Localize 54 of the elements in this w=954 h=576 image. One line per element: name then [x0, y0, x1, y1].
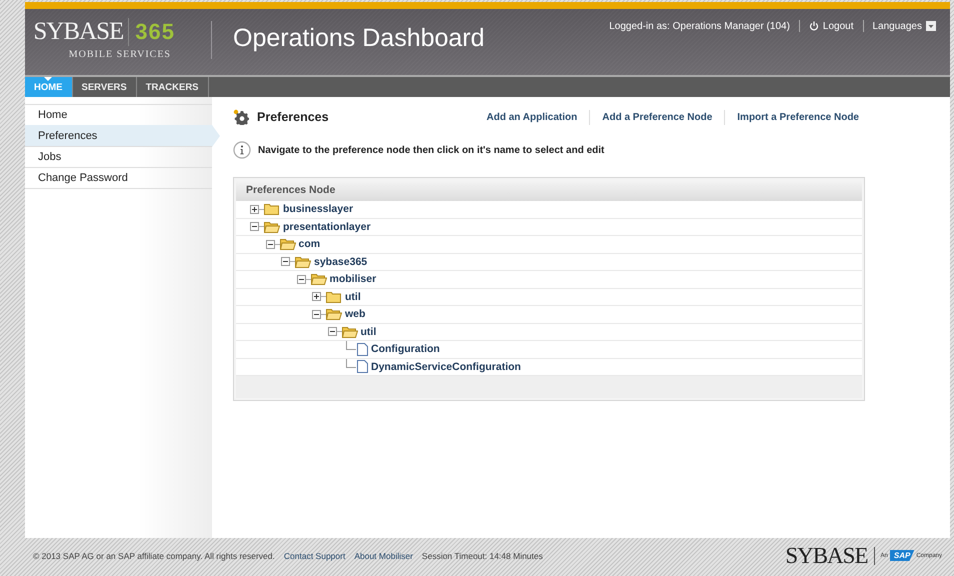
footer-brand: SYBASE: [785, 546, 875, 564]
logged-in-user: Logged-in as: Operations Manager (104): [609, 20, 790, 32]
tree-line: [346, 358, 356, 368]
expand-icon[interactable]: [250, 204, 259, 214]
tree-node[interactable]: Configuration: [371, 343, 440, 356]
info-message: Navigate to the preference node then click on it's name to select and edit: [258, 144, 604, 156]
logo-brand: SYBASE: [33, 18, 130, 46]
sidebar-item[interactable]: Preferences: [25, 125, 220, 147]
action-link[interactable]: Add a Preference Node: [602, 112, 712, 122]
session-timeout: Session Timeout: 14:48 Minutes: [422, 550, 543, 560]
tree-node[interactable]: util: [360, 326, 376, 338]
page-title: Operations Dashboard: [233, 24, 485, 53]
collapse-icon[interactable]: [312, 310, 321, 319]
tree-node[interactable]: DynamicServiceConfiguration: [371, 360, 521, 373]
open-folder-icon: [295, 256, 311, 268]
tree-node[interactable]: mobiliser: [330, 273, 376, 286]
collapse-icon[interactable]: [281, 257, 290, 266]
gear-icon: [233, 109, 249, 125]
collapse-icon[interactable]: [328, 327, 336, 336]
collapse-icon[interactable]: [296, 274, 306, 284]
action-link[interactable]: Add an Application: [486, 112, 578, 122]
collapse-icon[interactable]: [266, 240, 274, 249]
open-folder-icon: [310, 273, 326, 286]
info-icon: [233, 141, 251, 159]
tree-header: Preferences Node: [236, 180, 862, 201]
tree-node[interactable]: com: [298, 238, 320, 250]
logo-product: 365: [135, 19, 175, 45]
action-link[interactable]: Import a Preference Node: [737, 112, 859, 122]
logout-link[interactable]: Logout: [808, 20, 854, 32]
open-folder-icon: [264, 220, 280, 233]
expand-icon[interactable]: [312, 292, 321, 302]
tree-node[interactable]: presentationlayer: [283, 220, 371, 233]
folder-icon: [326, 290, 342, 303]
tree-node[interactable]: web: [345, 308, 366, 320]
section-heading: Preferences: [257, 110, 329, 124]
tree-node[interactable]: businesslayer: [283, 203, 354, 216]
footer-link[interactable]: Contact Support: [284, 550, 346, 560]
folder-icon: [264, 203, 280, 216]
sap-badge: SAP: [890, 550, 914, 561]
sidebar-item[interactable]: Jobs: [25, 146, 212, 168]
footer-link[interactable]: About Mobiliser: [354, 550, 413, 560]
dropdown-icon: [926, 21, 936, 31]
copyright-text: © 2013 SAP AG or an SAP affiliate company. All rights reserved.: [33, 550, 275, 560]
sidebar-item[interactable]: Change Password: [25, 167, 212, 189]
logo-subtitle: MOBILE SERVICES: [68, 49, 171, 60]
open-folder-icon: [326, 308, 342, 320]
power-icon: [808, 21, 819, 31]
open-folder-icon: [280, 238, 296, 250]
tree-line: [346, 341, 356, 350]
tree-node[interactable]: util: [345, 290, 361, 303]
collapse-icon[interactable]: [250, 222, 259, 232]
open-folder-icon: [342, 326, 358, 338]
tree-node[interactable]: sybase365: [314, 256, 368, 268]
languages-dropdown[interactable]: Languages: [872, 20, 936, 32]
